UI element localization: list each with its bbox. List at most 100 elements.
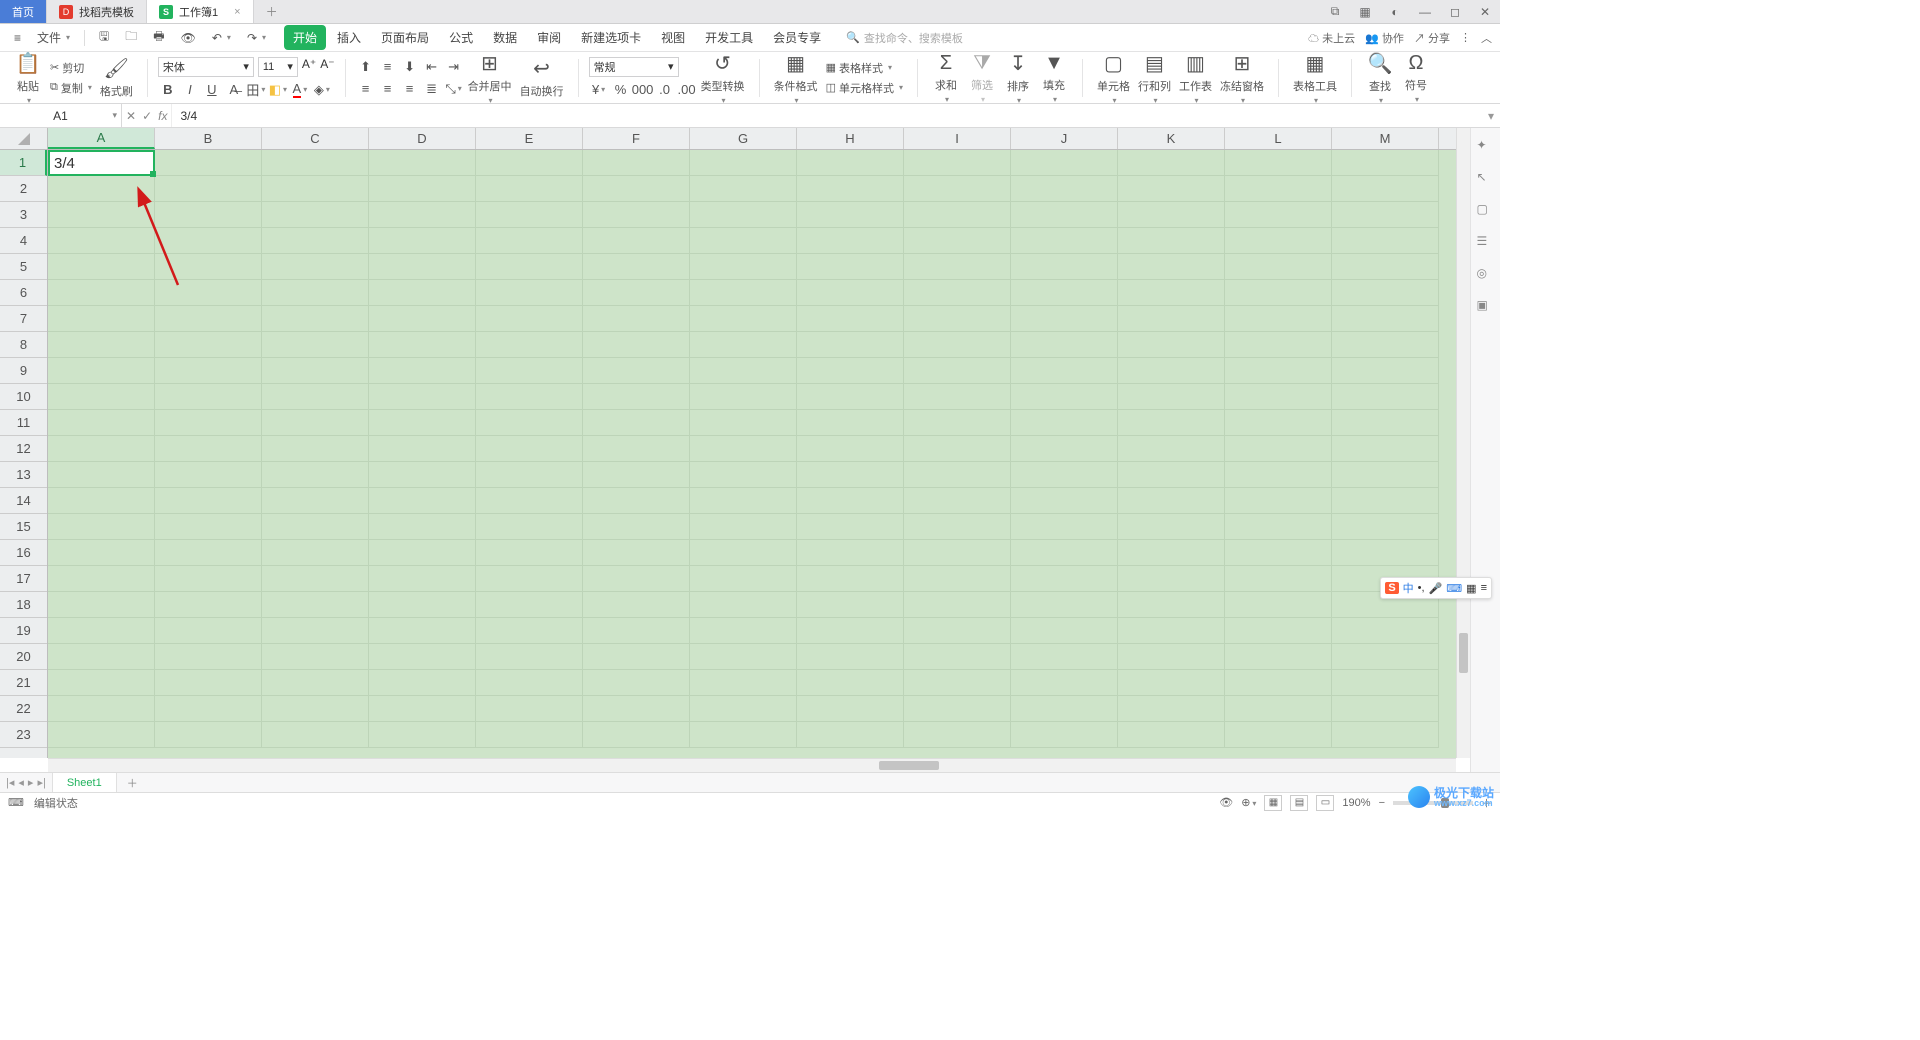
cell[interactable] [155, 436, 262, 462]
ai-panel-icon[interactable]: ✦ [1477, 138, 1495, 156]
cell[interactable] [1118, 332, 1225, 358]
cell[interactable] [155, 280, 262, 306]
cell[interactable] [1118, 540, 1225, 566]
cell[interactable] [1011, 306, 1118, 332]
tab-data[interactable]: 数据 [484, 25, 526, 50]
col-header-J[interactable]: J [1011, 128, 1118, 149]
conditional-format-button[interactable]: ▦条件格式 [770, 49, 822, 107]
cell[interactable] [262, 462, 369, 488]
cell[interactable] [583, 644, 690, 670]
strikethrough-icon[interactable]: A̶ [224, 81, 244, 99]
increase-font-icon[interactable]: A⁺ [302, 57, 316, 77]
cell[interactable] [583, 462, 690, 488]
cell[interactable] [1118, 618, 1225, 644]
cell[interactable] [583, 618, 690, 644]
cell[interactable] [476, 280, 583, 306]
cell[interactable] [476, 358, 583, 384]
cell[interactable] [797, 644, 904, 670]
cell[interactable] [1225, 566, 1332, 592]
cell[interactable] [904, 410, 1011, 436]
cell[interactable] [1332, 358, 1439, 384]
cell[interactable] [797, 280, 904, 306]
cell[interactable] [583, 410, 690, 436]
cell[interactable] [797, 696, 904, 722]
decrease-font-icon[interactable]: A⁻ [320, 57, 334, 77]
row-header-2[interactable]: 2 [0, 176, 47, 202]
cell[interactable] [797, 488, 904, 514]
cell[interactable] [583, 358, 690, 384]
font-name-combo[interactable]: 宋体▾ [158, 57, 254, 77]
tab-start[interactable]: 开始 [284, 25, 326, 50]
cell[interactable] [262, 566, 369, 592]
ime-lang[interactable]: 中 [1403, 580, 1414, 596]
cell[interactable] [262, 722, 369, 748]
cell[interactable] [262, 592, 369, 618]
cell[interactable] [476, 488, 583, 514]
tab-home[interactable]: 首页 [0, 0, 47, 23]
cloud-status[interactable]: ☁ 未上云 [1308, 30, 1355, 46]
col-header-A[interactable]: A [48, 128, 155, 149]
cell[interactable] [476, 176, 583, 202]
cell[interactable] [369, 592, 476, 618]
row-headers[interactable]: 1234567891011121314151617181920212223 [0, 150, 48, 758]
settings-panel-icon[interactable]: ▣ [1477, 298, 1495, 316]
confirm-input-icon[interactable]: ✓ [142, 109, 152, 123]
ime-skin-icon[interactable]: ▦ [1466, 582, 1476, 595]
cell[interactable] [690, 618, 797, 644]
row-header-20[interactable]: 20 [0, 644, 47, 670]
sheet-tab-1[interactable]: Sheet1 [53, 773, 117, 792]
bold-icon[interactable]: B [158, 81, 178, 99]
cell[interactable] [369, 488, 476, 514]
row-header-22[interactable]: 22 [0, 696, 47, 722]
ime-toolbar[interactable]: S 中 •, 🎤 ⌨ ▦ ≡ [1380, 577, 1492, 599]
select-all-corner[interactable] [0, 128, 48, 150]
cell[interactable] [1225, 228, 1332, 254]
cell[interactable] [1118, 306, 1225, 332]
cell[interactable] [262, 280, 369, 306]
cell[interactable] [155, 202, 262, 228]
row-header-9[interactable]: 9 [0, 358, 47, 384]
cell[interactable] [1225, 618, 1332, 644]
cell[interactable] [369, 618, 476, 644]
cell[interactable] [797, 384, 904, 410]
cell[interactable] [48, 670, 155, 696]
cell[interactable] [797, 410, 904, 436]
cell[interactable] [369, 306, 476, 332]
indent-decrease-icon[interactable]: ⇤ [422, 58, 442, 76]
apps-icon[interactable]: ▦ [1354, 1, 1376, 23]
tab-view[interactable]: 视图 [652, 25, 694, 50]
font-size-combo[interactable]: 11▾ [258, 57, 298, 77]
cell[interactable] [155, 358, 262, 384]
cell[interactable] [1332, 670, 1439, 696]
tab-insert[interactable]: 插入 [328, 25, 370, 50]
cell[interactable] [797, 462, 904, 488]
ime-menu-icon[interactable]: ≡ [1481, 582, 1487, 594]
formula-input[interactable]: 3/4 [172, 104, 1482, 127]
cell[interactable] [797, 514, 904, 540]
cell[interactable] [583, 384, 690, 410]
cell[interactable] [155, 514, 262, 540]
app-switcher-icon[interactable]: ⧉ [1324, 1, 1346, 23]
cell[interactable] [1332, 384, 1439, 410]
cell[interactable] [476, 228, 583, 254]
cell[interactable] [1225, 306, 1332, 332]
cell[interactable] [476, 644, 583, 670]
zoom-level[interactable]: 190% [1342, 797, 1370, 809]
cell[interactable] [583, 670, 690, 696]
cell[interactable] [476, 670, 583, 696]
row-header-14[interactable]: 14 [0, 488, 47, 514]
add-sheet-button[interactable]: ＋ [117, 773, 148, 792]
cell[interactable] [797, 540, 904, 566]
cell[interactable] [48, 514, 155, 540]
cell[interactable] [904, 202, 1011, 228]
cell[interactable] [797, 436, 904, 462]
cell[interactable] [48, 280, 155, 306]
cell[interactable] [1225, 384, 1332, 410]
cell[interactable] [48, 566, 155, 592]
close-window-icon[interactable]: ✕ [1474, 1, 1496, 23]
cell[interactable] [904, 306, 1011, 332]
cell[interactable] [1332, 306, 1439, 332]
cell[interactable] [476, 566, 583, 592]
cell[interactable] [369, 280, 476, 306]
cell[interactable] [1011, 722, 1118, 748]
